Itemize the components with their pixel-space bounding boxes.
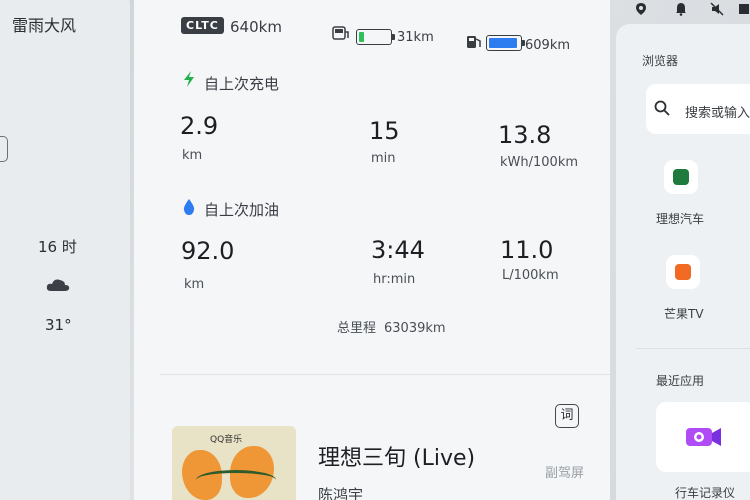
li-auto-icon bbox=[673, 169, 689, 185]
forecast-hour: 16 时 bbox=[38, 238, 77, 256]
app-label-li-auto: 理想汽车 bbox=[656, 212, 705, 226]
since-refuel-title: 自上次加油 bbox=[204, 201, 280, 219]
refuel-consumption-value: 11.0 bbox=[500, 236, 554, 264]
ev-charger-icon bbox=[332, 26, 349, 40]
cloud-icon bbox=[46, 279, 70, 291]
charge-consumption-unit: kWh/100km bbox=[500, 155, 579, 170]
song-title: 理想三旬 (Live) bbox=[318, 446, 476, 471]
search-icon bbox=[654, 100, 670, 116]
browser-label: 浏览器 bbox=[642, 54, 679, 68]
signal-icon bbox=[739, 4, 749, 14]
since-charge-title: 自上次充电 bbox=[204, 75, 280, 93]
refuel-distance-unit: km bbox=[184, 277, 205, 292]
album-art[interactable]: QQ音乐 bbox=[172, 426, 296, 500]
forecast-temperature: 31° bbox=[45, 316, 72, 334]
fuel-pump-icon bbox=[467, 36, 481, 48]
ev-range: 31km bbox=[397, 30, 434, 45]
location-pin-icon bbox=[636, 3, 646, 15]
dashcam-icon bbox=[686, 428, 721, 446]
qq-music-logo: QQ音乐 bbox=[210, 435, 243, 445]
album-art-scribble bbox=[196, 470, 276, 490]
charge-duration-value: 15 bbox=[369, 117, 400, 145]
fuel-range: 609km bbox=[525, 38, 571, 53]
artist-name: 陈鸿宇 bbox=[318, 486, 364, 500]
fuel-level-gauge bbox=[486, 35, 525, 51]
charge-duration-unit: min bbox=[371, 151, 396, 166]
odometer-label: 总里程 bbox=[337, 321, 377, 336]
bell-icon bbox=[676, 3, 686, 16]
mute-icon bbox=[710, 2, 724, 16]
weather-condition: 雷雨大风 bbox=[12, 16, 77, 35]
divider bbox=[160, 374, 610, 375]
mango-tv-icon bbox=[675, 264, 691, 280]
fuel-drop-icon bbox=[183, 199, 195, 215]
divider bbox=[636, 348, 750, 349]
refuel-consumption-unit: L/100km bbox=[502, 268, 559, 283]
refuel-duration-unit: hr:min bbox=[373, 272, 416, 287]
ev-battery-gauge bbox=[356, 29, 395, 45]
charge-distance-unit: km bbox=[182, 148, 203, 163]
lightning-icon bbox=[184, 71, 194, 87]
lyrics-button[interactable]: 词 bbox=[555, 404, 579, 428]
refuel-duration-value: 3:44 bbox=[371, 236, 425, 264]
app-li-auto[interactable] bbox=[664, 160, 698, 194]
search-placeholder: 搜索或输入网址 bbox=[685, 106, 750, 121]
copilot-screen-button[interactable]: 副驾屏 bbox=[545, 462, 584, 481]
cltc-range: 640km bbox=[230, 18, 282, 36]
refuel-distance-value: 92.0 bbox=[181, 237, 235, 265]
app-mango-tv[interactable] bbox=[666, 255, 700, 289]
panel-toggle[interactable] bbox=[0, 136, 8, 162]
odometer: 总里程 63039km bbox=[337, 317, 454, 336]
charge-distance-value: 2.9 bbox=[180, 112, 219, 140]
app-label-mango-tv: 芒果TV bbox=[664, 307, 704, 321]
cltc-badge: CLTC bbox=[181, 17, 224, 34]
recent-app-label-dashcam: 行车记录仪 bbox=[675, 486, 736, 500]
recent-apps-label: 最近应用 bbox=[656, 374, 705, 388]
charge-consumption-value: 13.8 bbox=[498, 121, 552, 149]
odometer-value: 63039km bbox=[384, 321, 446, 336]
